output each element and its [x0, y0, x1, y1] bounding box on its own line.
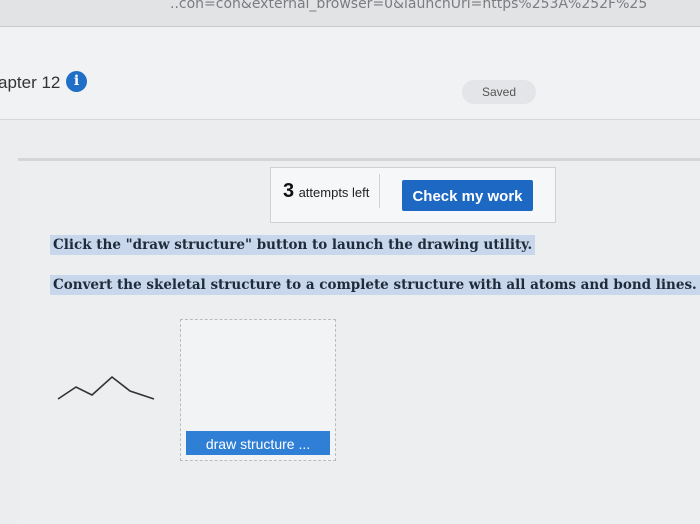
attempts-label: attempts left — [298, 185, 370, 200]
instruction-launch: Click the "draw structure" button to lau… — [50, 235, 536, 255]
chapter-title: apter 12 — [0, 73, 61, 92]
url-text: ..con=con&external_browser=0&launchUrl=h… — [170, 0, 648, 12]
info-icon[interactable]: i — [66, 71, 87, 92]
browser-url-bar[interactable]: ..con=con&external_browser=0&launchUrl=h… — [0, 0, 700, 27]
attempts-count: 3 — [283, 180, 295, 202]
assignment-header: apter 12 i Saved — [0, 27, 700, 120]
check-my-work-button[interactable]: Check my work — [402, 180, 533, 211]
saved-status-badge: Saved — [462, 80, 536, 104]
question-panel: 3 attempts left Check my work Click the … — [18, 158, 700, 524]
attempts-bar: 3 attempts left Check my work — [270, 167, 556, 223]
attempts-counter: 3 attempts left — [283, 174, 381, 208]
draw-structure-button[interactable]: draw structure ... — [186, 431, 330, 455]
instruction-convert: Convert the skeletal structure to a comp… — [50, 275, 700, 295]
skeletal-structure-icon — [57, 375, 155, 400]
